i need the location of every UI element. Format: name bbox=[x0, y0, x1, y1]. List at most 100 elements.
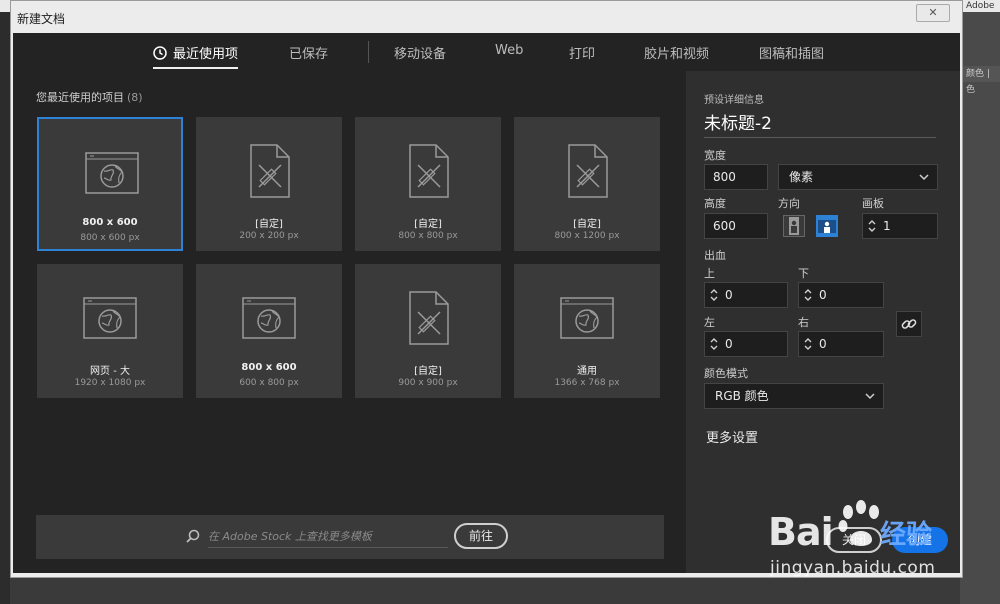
background-app-left-edge bbox=[0, 0, 10, 604]
stock-search-input[interactable] bbox=[208, 527, 448, 548]
recent-items-count: (8) bbox=[127, 91, 143, 104]
width-label: 宽度 bbox=[704, 149, 726, 162]
preset-size: 800 x 600 px bbox=[80, 233, 140, 243]
bleed-top-label: 上 bbox=[704, 267, 715, 280]
web-icon bbox=[83, 297, 137, 339]
preset-name: 网页 - 大 bbox=[90, 366, 130, 377]
background-app-menubar bbox=[0, 0, 10, 12]
tab-print[interactable]: 打印 bbox=[569, 43, 595, 62]
preset-card[interactable]: [自定] 800 x 1200 px bbox=[514, 117, 660, 251]
preset-size: 800 x 1200 px bbox=[554, 231, 620, 241]
height-field[interactable]: 600 bbox=[704, 213, 768, 239]
preset-name: 800 x 600 bbox=[82, 217, 138, 228]
tab-art-illustration[interactable]: 图稿和插图 bbox=[759, 43, 824, 62]
chevron-down-icon bbox=[919, 174, 929, 181]
tab-divider bbox=[368, 41, 369, 63]
active-tab-underline bbox=[153, 67, 239, 69]
width-field[interactable]: 800 bbox=[704, 164, 768, 190]
bleed-left-label: 左 bbox=[704, 316, 715, 329]
new-document-dialog: 新建文档 ✕ 最近使用项 已保存 移动设备 Web 打印 胶片和视频 图稿和插图 bbox=[10, 0, 963, 578]
preset-card[interactable]: 800 x 600 800 x 600 px bbox=[37, 117, 183, 251]
create-button[interactable]: 创建 bbox=[892, 527, 948, 553]
stepper-arrows-icon[interactable] bbox=[867, 216, 877, 236]
orientation-label: 方向 bbox=[778, 197, 800, 210]
preset-name: 通用 bbox=[577, 366, 597, 377]
artboards-label: 画板 bbox=[862, 197, 884, 210]
tab-film-video[interactable]: 胶片和视频 bbox=[644, 43, 709, 62]
tab-web[interactable]: Web bbox=[495, 43, 523, 58]
landscape-orientation-button[interactable] bbox=[816, 215, 838, 237]
bleed-bottom-label: 下 bbox=[798, 267, 809, 280]
presets-panel: 您最近使用的项目 (8) 800 x 600 800 x 600 px [自定]… bbox=[13, 71, 686, 573]
recent-items-title: 您最近使用的项目 bbox=[36, 91, 124, 104]
color-mode-dropdown[interactable]: RGB 颜色 bbox=[704, 383, 884, 409]
tab-saved[interactable]: 已保存 bbox=[289, 43, 328, 62]
bleed-bottom-value: 0 bbox=[819, 288, 827, 302]
stepper-arrows-icon[interactable] bbox=[709, 334, 719, 354]
recent-items-heading: 您最近使用的项目 (8) bbox=[36, 89, 143, 105]
preset-details-heading: 预设详细信息 bbox=[704, 95, 764, 106]
background-app-title: Adobe bbox=[960, 0, 1000, 12]
stepper-arrows-icon[interactable] bbox=[803, 285, 813, 305]
dialog-title: 新建文档 bbox=[17, 12, 66, 26]
preset-details-panel: 预设详细信息 未标题-2 宽度 800 像素 高度 方向 画板 600 1 出血… bbox=[686, 71, 960, 573]
preset-name: [自定] bbox=[255, 219, 283, 230]
bleed-top-stepper[interactable]: 0 bbox=[704, 282, 788, 308]
bleed-right-stepper[interactable]: 0 bbox=[798, 331, 884, 357]
close-icon: ✕ bbox=[928, 6, 938, 19]
bleed-right-value: 0 bbox=[819, 337, 827, 351]
bleed-label: 出血 bbox=[704, 249, 726, 262]
preset-size: 1366 x 768 px bbox=[554, 378, 620, 388]
bleed-bottom-stepper[interactable]: 0 bbox=[798, 282, 884, 308]
landscape-icon bbox=[818, 220, 836, 233]
preset-card[interactable]: [自定] 900 x 900 px bbox=[355, 264, 501, 398]
dialog-content: 最近使用项 已保存 移动设备 Web 打印 胶片和视频 图稿和插图 您最近使用的… bbox=[13, 33, 960, 573]
tab-recent-label: 最近使用项 bbox=[173, 47, 239, 62]
bleed-top-value: 0 bbox=[725, 288, 733, 302]
category-tabs: 最近使用项 已保存 移动设备 Web 打印 胶片和视频 图稿和插图 bbox=[13, 33, 960, 71]
preset-card[interactable]: [自定] 200 x 200 px bbox=[196, 117, 342, 251]
document-name-field[interactable]: 未标题-2 bbox=[704, 111, 936, 138]
search-icon bbox=[186, 529, 200, 543]
preset-name: [自定] bbox=[414, 366, 442, 377]
preset-card[interactable]: [自定] 800 x 800 px bbox=[355, 117, 501, 251]
more-settings-link[interactable]: 更多设置 bbox=[706, 427, 758, 446]
clock-icon bbox=[153, 46, 167, 60]
preset-size: 900 x 900 px bbox=[398, 378, 458, 388]
preset-card[interactable]: 通用 1366 x 768 px bbox=[514, 264, 660, 398]
web-icon bbox=[85, 152, 139, 194]
color-mode-label: 颜色模式 bbox=[704, 367, 748, 380]
go-button[interactable]: 前往 bbox=[454, 523, 508, 549]
link-bleed-button[interactable] bbox=[896, 311, 922, 337]
preset-size: 800 x 800 px bbox=[398, 231, 458, 241]
artboards-value: 1 bbox=[883, 219, 891, 233]
portrait-icon bbox=[789, 217, 799, 235]
web-icon bbox=[242, 297, 296, 339]
preset-size: 600 x 800 px bbox=[239, 378, 299, 388]
custom-doc-icon bbox=[409, 291, 449, 345]
bleed-right-label: 右 bbox=[798, 316, 809, 329]
stepper-arrows-icon[interactable] bbox=[709, 285, 719, 305]
dialog-titlebar: 新建文档 ✕ bbox=[11, 1, 962, 33]
stepper-arrows-icon[interactable] bbox=[803, 334, 813, 354]
tab-recent[interactable]: 最近使用项 bbox=[153, 43, 239, 69]
preset-name: 800 x 600 bbox=[241, 362, 297, 373]
custom-doc-icon bbox=[409, 144, 449, 198]
height-label: 高度 bbox=[704, 197, 726, 210]
preset-card[interactable]: 800 x 600 600 x 800 px bbox=[196, 264, 342, 398]
portrait-orientation-button[interactable] bbox=[783, 215, 805, 237]
bleed-left-stepper[interactable]: 0 bbox=[704, 331, 788, 357]
dialog-close-button[interactable]: ✕ bbox=[916, 4, 950, 22]
background-app-panel-tabs[interactable]: 颜色 | 色 bbox=[962, 66, 1000, 95]
artboards-stepper[interactable]: 1 bbox=[862, 213, 938, 239]
stock-search-bar: 前往 bbox=[36, 515, 664, 559]
close-button[interactable]: 关闭 bbox=[826, 527, 882, 553]
preset-card[interactable]: 网页 - 大 1920 x 1080 px bbox=[37, 264, 183, 398]
background-app-right-edge: Adobe 颜色 | 色 bbox=[960, 0, 1000, 604]
custom-doc-icon bbox=[568, 144, 608, 198]
preset-name: [自定] bbox=[414, 219, 442, 230]
unit-dropdown[interactable]: 像素 bbox=[778, 164, 938, 190]
preset-size: 1920 x 1080 px bbox=[74, 378, 146, 388]
tab-mobile[interactable]: 移动设备 bbox=[394, 43, 446, 62]
unit-dropdown-value: 像素 bbox=[789, 170, 814, 184]
